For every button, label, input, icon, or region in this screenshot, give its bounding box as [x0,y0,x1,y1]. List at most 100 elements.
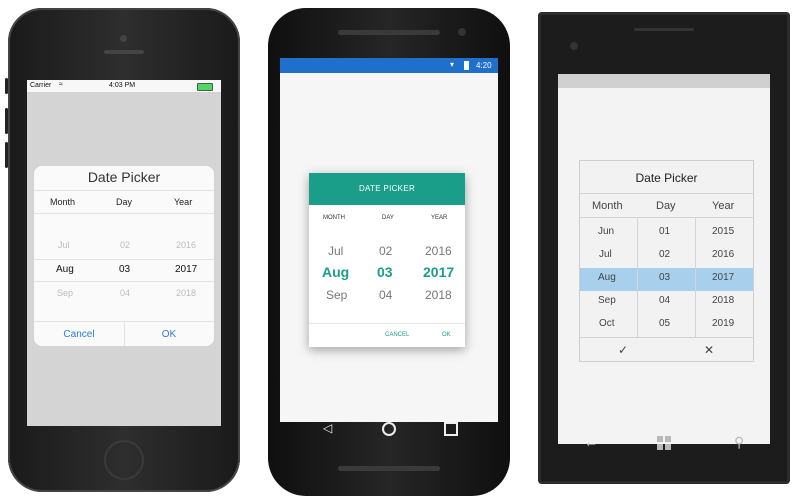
day-option[interactable]: 02 [379,244,392,258]
front-camera [570,42,578,50]
day-header: Day [116,197,133,207]
home-button[interactable] [104,440,144,480]
windows-date-picker-dialog: Date Picker Month Day Year Jun Jul Aug S… [579,160,754,362]
android-device: ▾ 4:20 DATE PICKER MONTH DAY YEAR Jul Au… [268,8,510,496]
wifi-icon: ▾ [450,60,455,69]
windows-status-bar [558,74,770,88]
earpiece [634,28,694,31]
selection-line [34,281,214,282]
month-header: MONTH [323,215,345,221]
ios-status-bar: Carrier ≈ 4:03 PM [27,80,221,92]
divider [309,323,465,324]
month-option[interactable]: Sep [57,288,73,298]
day-selected[interactable]: 03 [659,272,670,283]
divider [580,193,753,194]
battery-icon [197,83,213,91]
year-option[interactable]: 2018 [176,288,196,298]
month-column[interactable]: Jun Jul Aug Sep Oct [580,217,637,337]
ok-button[interactable]: OK [124,329,214,340]
year-option[interactable]: 2016 [712,249,734,260]
front-camera [120,35,127,42]
ios-date-picker-dialog: Date Picker Month Day Year Jul Aug Sep 0… [34,166,214,346]
selection-line [34,259,214,260]
year-option[interactable]: 2016 [176,240,196,250]
month-header: Month [50,197,76,207]
day-header: Day [656,200,676,212]
speaker-bottom [338,466,440,471]
year-selected[interactable]: 2017 [712,272,734,283]
dialog-title: Date Picker [87,169,161,185]
day-selected[interactable]: 03 [377,264,393,280]
day-option[interactable]: 01 [659,226,670,237]
year-option[interactable]: 2018 [425,288,452,302]
dialog-title: Date Picker [635,171,698,185]
ios-screen: Carrier ≈ 4:03 PM Date Picker Month Day … [27,80,221,426]
year-option[interactable]: 2015 [712,226,734,237]
back-icon[interactable]: ← [584,434,598,450]
cancel-button[interactable]: Cancel [34,329,124,340]
month-option[interactable]: Jun [598,226,614,237]
speaker-top [338,30,440,35]
month-selected[interactable]: Aug [598,272,616,283]
android-date-picker-dialog: DATE PICKER MONTH DAY YEAR Jul Aug Sep 0… [309,173,465,347]
month-option[interactable]: Jul [599,249,612,260]
year-selected[interactable]: 2017 [423,264,454,280]
windows-screen: Date Picker Month Day Year Jun Jul Aug S… [558,74,770,444]
divider [580,337,753,338]
day-option[interactable]: 05 [659,318,670,329]
year-option[interactable]: 2016 [425,244,452,258]
day-option[interactable]: 04 [120,288,130,298]
month-wheel[interactable]: Jul Aug Sep [309,239,361,319]
day-option[interactable]: 04 [659,295,670,306]
divider [34,190,214,191]
windows-start-icon[interactable] [657,436,671,450]
month-selected[interactable]: Aug [322,264,349,280]
month-option[interactable]: Jul [58,240,70,250]
year-wheel[interactable]: 2016 2017 2018 [154,216,214,316]
mute-switch [5,78,8,94]
checkmark-icon[interactable]: ✓ [618,343,628,357]
day-option[interactable]: 02 [659,249,670,260]
year-option[interactable]: 2018 [712,295,734,306]
year-header: Year [712,200,735,212]
year-wheel[interactable]: 2016 2017 2018 [413,239,465,319]
day-option[interactable]: 04 [379,288,392,302]
carrier-label: Carrier [30,82,52,89]
home-icon[interactable] [382,422,396,436]
year-header: YEAR [431,215,448,221]
year-header: Year [174,197,193,207]
day-selected[interactable]: 03 [119,264,130,275]
day-header: DAY [382,215,394,221]
close-icon[interactable]: ✕ [704,343,714,357]
month-option[interactable]: Oct [599,318,615,329]
year-column[interactable]: 2015 2016 2017 2018 2019 [695,217,753,337]
month-selected[interactable]: Aug [56,264,74,275]
iphone-device: Carrier ≈ 4:03 PM Date Picker Month Day … [5,8,240,492]
cancel-button[interactable]: CANCEL [385,332,409,338]
month-option[interactable]: Jul [328,244,343,258]
dialog-title: DATE PICKER [309,173,465,205]
divider [34,213,214,214]
year-selected[interactable]: 2017 [175,264,197,275]
recents-icon[interactable] [444,422,458,436]
day-wheel[interactable]: 02 03 04 [94,216,154,316]
year-option[interactable]: 2019 [712,318,734,329]
day-column[interactable]: 01 02 03 04 05 [637,217,695,337]
battery-icon [464,61,469,70]
month-option[interactable]: Sep [598,295,616,306]
ok-button[interactable]: OK [442,332,451,338]
android-status-bar: ▾ 4:20 [280,58,498,73]
day-option[interactable]: 02 [120,240,130,250]
volume-up-button [5,108,8,134]
wifi-icon: ≈ [59,81,63,88]
search-icon[interactable]: ⚲ [734,434,744,451]
volume-down-button [5,142,8,168]
back-icon[interactable]: ◁ [323,421,332,435]
day-wheel[interactable]: 02 03 04 [361,239,413,319]
front-camera [458,28,466,36]
android-screen: ▾ 4:20 DATE PICKER MONTH DAY YEAR Jul Au… [280,58,498,422]
earpiece [104,50,144,54]
month-wheel[interactable]: Jul Aug Sep [34,216,94,316]
month-option[interactable]: Sep [326,288,347,302]
status-time: 4:03 PM [109,82,136,89]
